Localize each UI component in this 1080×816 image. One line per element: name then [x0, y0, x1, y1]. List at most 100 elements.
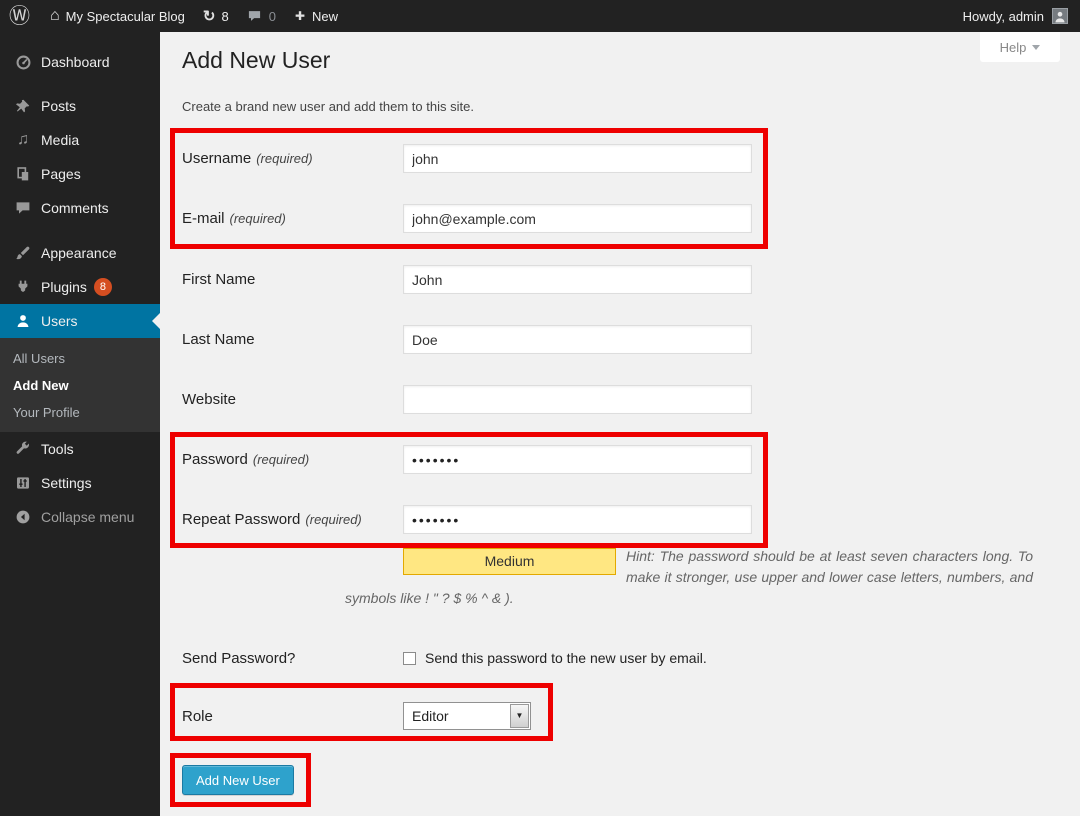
active-item-arrow — [152, 313, 160, 329]
sidebar-item-media[interactable]: ♫ Media — [0, 123, 160, 157]
howdy-label: Howdy, admin — [963, 9, 1044, 24]
pages-icon — [12, 166, 34, 182]
main-content: Help Add New User Create a brand new use… — [160, 32, 1080, 816]
updates-icon: ↻ — [203, 9, 216, 24]
sidebar-item-plugins[interactable]: Plugins 8 — [0, 270, 160, 304]
submenu-item-your-profile[interactable]: Your Profile — [0, 399, 160, 426]
help-label: Help — [1000, 40, 1027, 55]
plugins-icon — [12, 279, 34, 295]
role-select[interactable]: Editor ▼ — [403, 702, 531, 730]
send-password-row: Send Password? Send this password to the… — [182, 648, 707, 668]
role-select-button[interactable]: ▼ — [510, 704, 529, 728]
howdy-menu[interactable]: Howdy, admin — [963, 9, 1044, 24]
username-row: Username (required) — [182, 144, 752, 173]
last-name-label: Last Name — [182, 331, 403, 348]
admin-bar: Ⓦ ⌂ My Spectacular Blog ↻ 8 0 ✚ New Howd… — [0, 0, 1080, 32]
password-input[interactable] — [403, 445, 752, 474]
submenu-item-add-new[interactable]: Add New — [0, 372, 160, 399]
collapse-icon — [12, 509, 34, 525]
sidebar-item-label: Pages — [41, 166, 81, 182]
dashboard-icon — [12, 54, 34, 71]
password-row: Password (required) — [182, 445, 752, 474]
sidebar-item-users[interactable]: Users — [0, 304, 160, 338]
sidebar-item-label: Dashboard — [41, 54, 110, 70]
updates-menu[interactable]: ↻ 8 — [185, 9, 229, 24]
posts-icon — [12, 98, 34, 114]
website-row: Website — [182, 385, 752, 414]
last-name-row: Last Name — [182, 325, 752, 354]
website-input[interactable] — [403, 385, 752, 414]
help-chevron-icon — [1032, 45, 1040, 50]
avatar[interactable] — [1052, 8, 1068, 24]
required-note: (required) — [230, 211, 286, 226]
help-button[interactable]: Help — [980, 32, 1060, 62]
sidebar-item-comments[interactable]: Comments — [0, 191, 160, 225]
required-note: (required) — [253, 452, 309, 467]
password-label: Password (required) — [182, 451, 403, 468]
settings-icon — [12, 475, 34, 491]
sidebar-item-label: Collapse menu — [41, 509, 134, 525]
sidebar-item-label: Media — [41, 132, 79, 148]
sidebar-item-label: Plugins — [41, 279, 87, 295]
sidebar-item-label: Users — [41, 313, 78, 329]
sidebar-item-collapse-menu[interactable]: Collapse menu — [0, 500, 160, 534]
repeat-password-input[interactable] — [403, 505, 752, 534]
required-note: (required) — [256, 151, 312, 166]
required-note: (required) — [305, 512, 361, 527]
sidebar-item-posts[interactable]: Posts — [0, 89, 160, 123]
comments-icon — [12, 200, 34, 216]
submenu-item-all-users[interactable]: All Users — [0, 345, 160, 372]
sidebar-item-label: Appearance — [41, 245, 117, 261]
repeat-password-label: Repeat Password (required) — [182, 511, 403, 528]
media-icon: ♫ — [12, 132, 34, 148]
admin-bar-left: Ⓦ ⌂ My Spectacular Blog ↻ 8 0 ✚ New — [0, 6, 338, 27]
sidebar-item-appearance[interactable]: Appearance — [0, 236, 160, 270]
select-arrow-icon: ▼ — [516, 712, 524, 720]
username-input[interactable] — [403, 144, 752, 173]
sidebar-item-label: Posts — [41, 98, 76, 114]
appearance-icon — [12, 245, 34, 261]
role-label: Role — [182, 708, 403, 725]
email-row: E-mail (required) — [182, 204, 752, 233]
sidebar-item-label: Settings — [41, 475, 92, 491]
username-label: Username (required) — [182, 150, 403, 167]
page-subtitle: Create a brand new user and add them to … — [182, 99, 1058, 114]
comment-count: 0 — [269, 9, 276, 24]
sidebar-item-label: Tools — [41, 441, 74, 457]
site-name-menu[interactable]: ⌂ My Spectacular Blog — [30, 8, 185, 24]
page-title: Add New User — [182, 46, 1058, 75]
users-submenu: All Users Add New Your Profile — [0, 338, 160, 432]
home-icon: ⌂ — [50, 8, 60, 24]
users-icon — [12, 313, 34, 329]
comments-bubble-icon — [247, 9, 262, 23]
role-selected-value: Editor — [412, 708, 449, 724]
tools-icon — [12, 441, 34, 457]
send-password-checkbox-label: Send this password to the new user by em… — [425, 650, 707, 666]
repeat-password-row: Repeat Password (required) — [182, 505, 752, 534]
site-name-label: My Spectacular Blog — [66, 9, 185, 24]
last-name-input[interactable] — [403, 325, 752, 354]
email-input[interactable] — [403, 204, 752, 233]
sidebar-item-dashboard[interactable]: Dashboard — [0, 45, 160, 79]
comments-menu[interactable]: 0 — [229, 9, 276, 24]
sidebar-item-settings[interactable]: Settings — [0, 466, 160, 500]
role-row: Role Editor ▼ — [182, 702, 531, 730]
send-password-checkbox[interactable] — [403, 652, 416, 665]
password-strength-meter: Medium — [403, 548, 616, 575]
first-name-row: First Name — [182, 265, 752, 294]
sidebar-item-label: Comments — [41, 200, 109, 216]
plugins-update-badge: 8 — [94, 278, 112, 296]
wordpress-logo-icon[interactable]: Ⓦ — [9, 6, 30, 27]
update-count: 8 — [221, 9, 228, 24]
password-hint-block: Medium Hint: The password should be at l… — [345, 546, 1033, 609]
first-name-label: First Name — [182, 271, 403, 288]
first-name-input[interactable] — [403, 265, 752, 294]
new-plus-icon: ✚ — [295, 10, 305, 22]
new-label: New — [312, 9, 338, 24]
sidebar-menu: Dashboard Posts ♫ Media Pages Comments A… — [0, 32, 160, 816]
add-new-user-button[interactable]: Add New User — [182, 765, 294, 795]
new-menu[interactable]: ✚ New — [276, 9, 338, 24]
sidebar-item-pages[interactable]: Pages — [0, 157, 160, 191]
website-label: Website — [182, 391, 403, 408]
sidebar-item-tools[interactable]: Tools — [0, 432, 160, 466]
